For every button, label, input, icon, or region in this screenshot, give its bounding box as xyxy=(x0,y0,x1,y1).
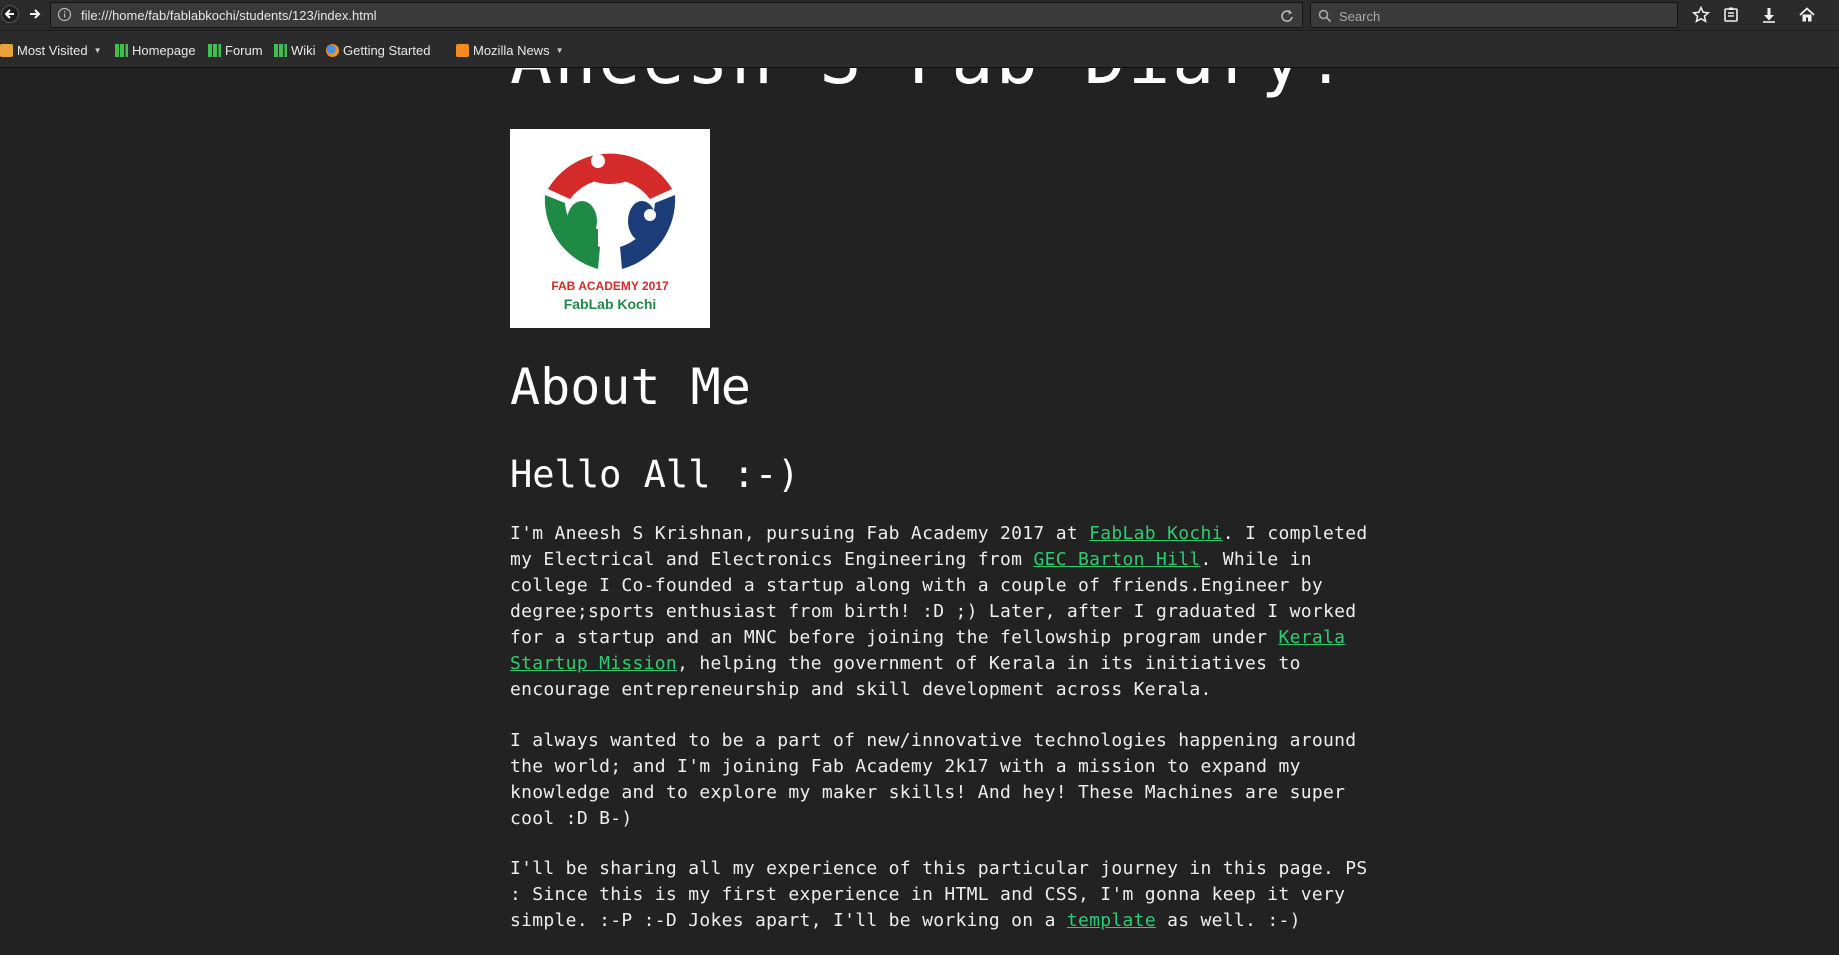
mission-paragraph: I always wanted to be a part of new/inno… xyxy=(510,730,1357,829)
navigation-toolbar: file:///home/fab/fablabkochi/students/12… xyxy=(0,0,1839,31)
back-button[interactable] xyxy=(0,4,20,24)
forward-arrow-icon xyxy=(30,9,41,19)
sharing-paragraph: I'll be sharing all my experience of thi… xyxy=(510,856,1370,934)
bookmark-homepage[interactable]: Homepage xyxy=(115,41,196,59)
bookmark-mozilla-news[interactable]: Mozilla News ▼ xyxy=(456,41,564,59)
fab-academy-logo: FAB ACADEMY 2017 FabLab Kochi xyxy=(510,129,710,328)
intro-paragraph: I'm Aneesh S Krishnan, pursuing Fab Acad… xyxy=(510,521,1370,703)
hello-heading: Hello All :-) xyxy=(510,453,800,496)
reload-icon[interactable] xyxy=(1280,8,1294,27)
link-gec-barton-hill[interactable]: GEC Barton Hill xyxy=(1033,549,1200,570)
paragraph-text: I'm Aneesh S Krishnan, pursuing Fab Acad… xyxy=(510,523,1090,544)
site-info-icon[interactable] xyxy=(57,7,72,26)
fablab-icon xyxy=(208,43,221,57)
bookmark-most-visited[interactable]: Most Visited ▼ xyxy=(0,41,102,59)
forward-button[interactable] xyxy=(25,4,45,24)
firefox-icon xyxy=(326,43,339,57)
link-fablab-kochi[interactable]: FabLab Kochi xyxy=(1089,523,1223,544)
bookmark-label: Homepage xyxy=(132,42,196,58)
bookmark-star-icon[interactable] xyxy=(1690,4,1712,26)
about-heading: About Me xyxy=(510,358,751,416)
reading-list-icon[interactable] xyxy=(1720,4,1742,26)
logo-caption-academy: FAB ACADEMY 2017 xyxy=(551,279,669,293)
url-bar[interactable]: file:///home/fab/fablabkochi/students/12… xyxy=(50,2,1303,28)
bookmark-label: Mozilla News xyxy=(473,42,550,58)
chevron-down-icon: ▼ xyxy=(555,45,564,55)
search-bar[interactable] xyxy=(1310,2,1678,28)
search-icon xyxy=(1318,8,1332,27)
bookmarks-toolbar: Most Visited ▼ Homepage Forum Wiki Getti… xyxy=(0,31,1839,68)
site-title: Aneesh S Fab Diary! xyxy=(510,68,1349,100)
downloads-icon[interactable] xyxy=(1758,4,1780,26)
home-icon[interactable] xyxy=(1796,4,1818,26)
bookmark-label: Wiki xyxy=(291,42,316,58)
logo-caption-lab: FabLab Kochi xyxy=(563,296,657,312)
link-template[interactable]: template xyxy=(1067,910,1156,931)
back-arrow-icon xyxy=(1,5,19,23)
bookmark-getting-started[interactable]: Getting Started xyxy=(326,41,430,59)
paragraph-text: as well. :-) xyxy=(1155,910,1301,931)
search-input[interactable] xyxy=(1337,5,1671,27)
fablab-icon xyxy=(274,43,287,57)
rss-icon xyxy=(456,43,469,57)
chevron-down-icon: ▼ xyxy=(93,45,102,55)
bookmark-forum[interactable]: Forum xyxy=(208,41,263,59)
fablab-icon xyxy=(115,43,128,57)
bookmark-label: Most Visited xyxy=(17,42,88,58)
most-visited-icon xyxy=(0,43,13,57)
page-viewport: Aneesh S Fab Diary! FAB ACADEMY 2017 Fab… xyxy=(0,68,1839,955)
bookmark-wiki[interactable]: Wiki xyxy=(274,41,316,59)
bookmark-label: Forum xyxy=(225,42,263,58)
bookmark-label: Getting Started xyxy=(343,42,431,58)
url-text[interactable]: file:///home/fab/fablabkochi/students/12… xyxy=(81,8,377,23)
